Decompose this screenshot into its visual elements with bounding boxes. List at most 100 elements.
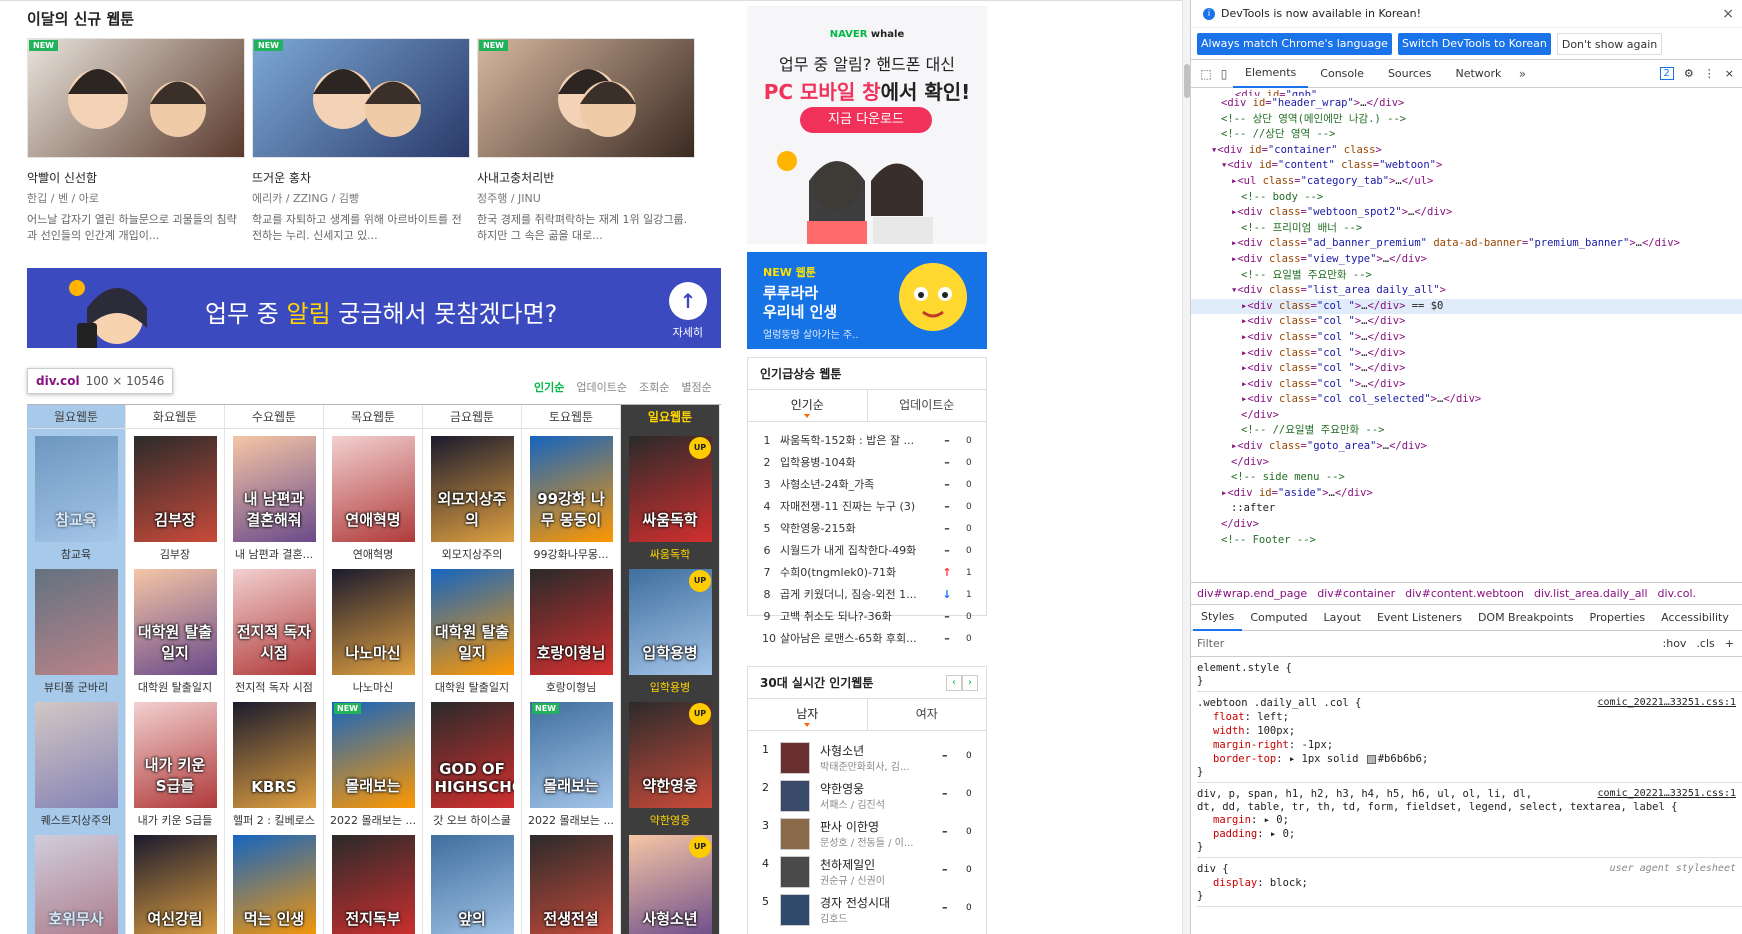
webtoon-cell[interactable]: 싸움독학 UP 싸움독학 — [621, 429, 719, 562]
dom-tree-line[interactable]: ▾<div id="content" class="webtoon"> — [1191, 158, 1742, 174]
styles-subtab[interactable]: DOM Breakpoints — [1470, 605, 1582, 631]
webtoon-thumbnail[interactable]: 대학원 탈출일지 — [133, 569, 217, 675]
dom-tree-line[interactable]: ▸<div class="col ">…</div> — [1191, 314, 1742, 330]
arrow-up-icon[interactable]: ↑ — [669, 282, 707, 320]
rank-title[interactable]: 약한영웅 — [820, 780, 864, 797]
new-webtoon-thumbnail[interactable]: NEW — [477, 38, 695, 158]
ranking-row[interactable]: 2 약한영웅 서패스 / 김진석 – 0 — [748, 777, 986, 815]
ranking-row[interactable]: 5 경자 전성시대 김호드 – 0 — [748, 891, 986, 929]
ranking-tab[interactable]: 업데이트순 — [868, 390, 987, 421]
styles-subtab[interactable]: Layout — [1316, 605, 1369, 631]
webtoon-cell[interactable]: 사형소년 UP — [621, 828, 719, 934]
styles-subtab[interactable]: Accessibility — [1653, 605, 1737, 631]
filter-tool[interactable]: :hov — [1663, 637, 1687, 650]
webtoon-caption[interactable]: 2022 몰래보는 ... — [522, 812, 620, 828]
styles-subtab[interactable]: Styles — [1193, 605, 1243, 631]
webtoon-caption[interactable]: 나노마신 — [324, 679, 422, 695]
css-property[interactable]: float: left; — [1197, 710, 1742, 724]
whale-ad[interactable]: NAVER whale 업무 중 알림? 핸드폰 대신 PC 모바일 창에서 확… — [747, 6, 987, 244]
webtoon-caption[interactable]: 뷰티풀 군바리 — [27, 679, 125, 695]
rank-title[interactable]: 수희0(tngmlek0)-71화 — [780, 562, 930, 584]
dom-tree-line[interactable]: ▸<div class="col ">…</div> — [1191, 346, 1742, 362]
webtoon-cell[interactable]: 전지적 독자 시점 전지적 독자 시점 — [225, 562, 323, 695]
gender-tab[interactable]: 여자 — [868, 699, 987, 730]
css-property[interactable]: display: block; — [1197, 876, 1742, 890]
webtoon-cell[interactable]: 몰래보는 NEW 2022 몰래보는 ... — [324, 695, 422, 828]
webtoon-caption[interactable]: 대학원 탈출일지 — [126, 679, 224, 695]
webtoon-cell[interactable]: KBRS 헬퍼 2 : 킬베로스 — [225, 695, 323, 828]
new-webtoon-promo[interactable]: NEW 웹툰 루루라라 우리네 인생 얼렁뚱땅 살아가는 주.. — [747, 252, 987, 349]
weekday-tab[interactable]: 토요웹툰 — [522, 405, 620, 429]
devtools-tab-console[interactable]: Console — [1308, 60, 1376, 88]
webtoon-cell[interactable]: 내 남편과 결혼해줘 내 남편과 결혼... — [225, 429, 323, 562]
webtoon-thumbnail[interactable]: 외모지상주의 — [430, 436, 514, 542]
new-webtoon-title[interactable]: 사내고충처리반 — [477, 169, 695, 186]
webtoon-caption[interactable]: 김부장 — [126, 546, 224, 562]
dom-tree-line[interactable]: <!-- 상단 영역(메인에만 나감.) --> — [1191, 112, 1742, 128]
rank-thumbnail[interactable] — [780, 894, 810, 926]
webtoon-caption[interactable]: 내가 키운 S급들 — [126, 812, 224, 828]
sort-tab[interactable]: 업데이트순 — [576, 379, 627, 395]
new-webtoon-title[interactable]: 뜨거운 홍차 — [252, 169, 470, 186]
rank-title[interactable]: 경자 전성시대 — [820, 894, 890, 911]
weekday-tab[interactable]: 수요웹툰 — [225, 405, 323, 429]
css-property[interactable]: margin-right: -1px; — [1197, 738, 1742, 752]
webtoon-thumbnail[interactable]: 호랑이형님 — [529, 569, 613, 675]
dom-tree-line[interactable]: ▸<div class="ad_banner_premium" data-ad-… — [1191, 236, 1742, 252]
webtoon-cell[interactable]: 연애혁명 연애혁명 — [324, 429, 422, 562]
webtoon-thumbnail[interactable]: 먹는 인생 — [232, 835, 316, 934]
dom-tree-line[interactable]: ▸<div id="aside">…</div> — [1191, 486, 1742, 502]
dom-tree-line[interactable]: ::after — [1191, 501, 1742, 517]
notification-banner[interactable]: 업무 중 알림 궁금해서 못참겠다면? ↑ 자세히 — [27, 268, 721, 348]
sort-tab[interactable]: 조회순 — [639, 379, 669, 395]
css-source-link[interactable]: comic_20221…33251.css:1 — [1598, 787, 1736, 801]
reset-css-rule[interactable]: div, p, span, h1, h2, h3, h4, h5, h6, ul… — [1197, 783, 1742, 858]
dom-tree-line[interactable]: ▸<div class="col ">…</div> — [1191, 361, 1742, 377]
webtoon-thumbnail[interactable]: 대학원 탈출일지 — [430, 569, 514, 675]
webtoon-cell[interactable]: 앞의 — [423, 828, 521, 934]
webtoon-cell[interactable]: 여신강림 — [126, 828, 224, 934]
device-toolbar-icon[interactable]: ▯ — [1215, 67, 1233, 81]
webtoon-cell[interactable]: GOD OF HIGHSCHOOL 갓 오브 하이스쿨 — [423, 695, 521, 828]
issues-badge[interactable]: 2 — [1659, 67, 1674, 80]
rank-title[interactable]: 사형소년 — [820, 742, 864, 759]
breadcrumb-item[interactable]: div#wrap.end_page — [1197, 587, 1307, 600]
webtoon-thumbnail[interactable]: 내 남편과 결혼해줘 — [232, 436, 316, 542]
dom-tree-line[interactable]: ▾<div id="container" class> — [1191, 143, 1742, 159]
weekday-tab[interactable]: 월요웹툰 — [27, 405, 125, 429]
dom-tree-line[interactable]: <!-- body --> — [1191, 190, 1742, 206]
dom-tree-line[interactable]: ▸<div class="col ">…</div> — [1191, 330, 1742, 346]
whale-download-button[interactable]: 지금 다운로드 — [800, 107, 932, 133]
dom-tree-selected-line[interactable]: ▸<div class="col ">…</div> == $0 — [1191, 298, 1742, 315]
webtoon-cell[interactable]: 먹는 인생 — [225, 828, 323, 934]
page-scrollbar[interactable] — [1182, 0, 1190, 934]
webtoon-thumbnail[interactable] — [34, 702, 118, 808]
dom-tree-line[interactable]: </div> — [1191, 455, 1742, 471]
webtoon-cell[interactable]: 약한영웅 UP 약한영웅 — [621, 695, 719, 828]
dom-tree-line[interactable]: <div id="gnb" — [1191, 88, 1742, 96]
webtoon-caption[interactable]: 대학원 탈출일지 — [423, 679, 521, 695]
dom-tree-line[interactable]: ▾<div class="list_area daily_all"> — [1191, 283, 1742, 299]
webtoon-thumbnail[interactable]: 전지독부 — [331, 835, 415, 934]
dom-tree-line[interactable]: <!-- 프리미엄 배너 --> — [1191, 221, 1742, 237]
dom-tree-line[interactable]: ▸<div class="col col_selected">…</div> — [1191, 392, 1742, 408]
styles-subtab[interactable]: Properties — [1582, 605, 1654, 631]
new-webtoon-item[interactable]: NEW 사내고충처리반 정주행 / JINU 한국 경제를 쥐락펴락하는 재계 1위 … — [477, 38, 695, 244]
kebab-menu-icon[interactable]: ⋮ — [1704, 67, 1715, 80]
rank-title[interactable]: 시월드가 내게 집착한다-49화 — [780, 540, 930, 562]
styles-subtab[interactable]: Event Listeners — [1369, 605, 1470, 631]
rank-title[interactable]: 판사 이한영 — [820, 818, 879, 835]
dom-tree-line[interactable]: <!-- 요일별 주요만화 --> — [1191, 268, 1742, 284]
webtoon-thumbnail[interactable]: 내가 키운 S급들 — [133, 702, 217, 808]
breadcrumb-item[interactable]: div.col. — [1658, 587, 1697, 600]
css-property[interactable]: border-top: ▸ 1px solid #b6b6b6; — [1197, 752, 1742, 766]
webtoon-caption[interactable]: 2022 몰래보는 ... — [324, 812, 422, 828]
webtoon-thumbnail[interactable]: GOD OF HIGHSCHOOL — [430, 702, 514, 808]
devtools-tab-elements[interactable]: Elements — [1233, 60, 1309, 88]
ranking-row[interactable]: 10 살아남은 로맨스-65화 후회... – 0 — [748, 628, 986, 650]
ranking-row[interactable]: 4 자매전쟁-11 진짜는 누구 (3) – 0 — [748, 496, 986, 518]
ranking-row[interactable]: 1 사형소년 박태준만화회사, 김... – 0 — [748, 739, 986, 777]
ranking-row[interactable]: 4 천하제일인 권순규 / 신권이 – 0 — [748, 853, 986, 891]
dom-tree-line[interactable]: <!-- Footer --> — [1191, 533, 1742, 549]
breadcrumb-item[interactable]: div.list_area.daily_all — [1534, 587, 1648, 600]
